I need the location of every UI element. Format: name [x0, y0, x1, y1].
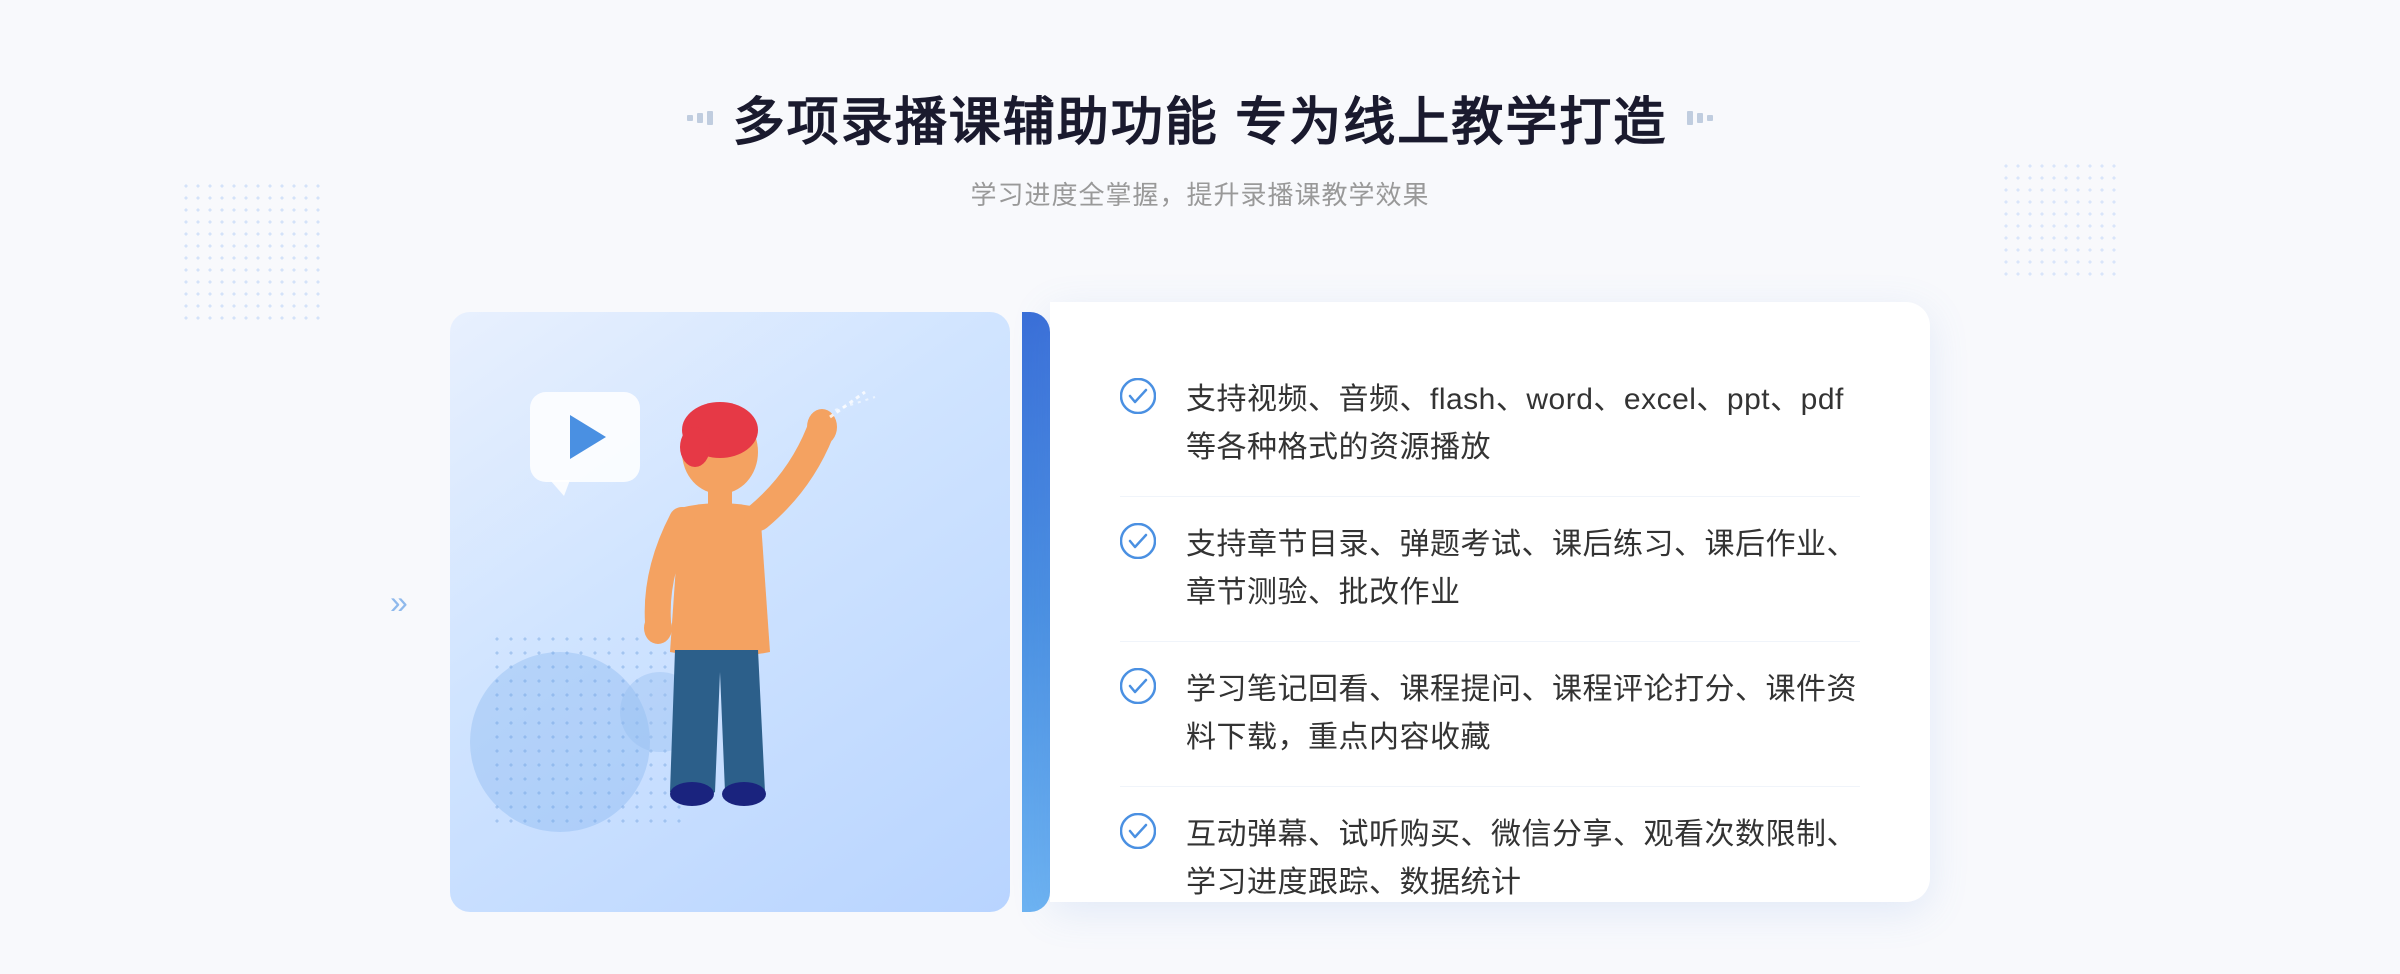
right-title-decorator: [1687, 111, 1713, 125]
feature-item-3: 学习笔记回看、课程提问、课程评论打分、课件资料下载，重点内容收藏: [1120, 642, 1860, 787]
illustration-card: [450, 312, 1010, 912]
feature-item-2: 支持章节目录、弹题考试、课后练习、课后作业、章节测验、批改作业: [1120, 497, 1860, 642]
bg-dots-left: [180, 180, 320, 320]
feature-text-3: 学习笔记回看、课程提问、课程评论打分、课件资料下载，重点内容收藏: [1186, 666, 1860, 762]
decorator-dot-3: [707, 111, 713, 125]
check-circle-icon-1: [1120, 378, 1156, 414]
person-illustration: [510, 372, 890, 912]
main-content: »: [400, 272, 2000, 932]
blue-stripe: [1022, 312, 1050, 912]
chevron-left-icon: »: [390, 586, 408, 618]
features-panel: 支持视频、音频、flash、word、excel、ppt、pdf等各种格式的资源…: [1050, 302, 1930, 902]
page-container: 多项录播课辅助功能 专为线上教学打造 学习进度全掌握，提升录播课教学效果 »: [0, 0, 2400, 974]
check-circle-icon-3: [1120, 668, 1156, 704]
decorator-dot-6: [1707, 115, 1713, 121]
header-section: 多项录播课辅助功能 专为线上教学打造 学习进度全掌握，提升录播课教学效果: [687, 0, 1713, 212]
header-title-row: 多项录播课辅助功能 专为线上教学打造: [687, 80, 1713, 155]
feature-item-4: 互动弹幕、试听购买、微信分享、观看次数限制、学习进度跟踪、数据统计: [1120, 787, 1860, 931]
left-title-decorator: [687, 111, 713, 125]
subtitle: 学习进度全掌握，提升录播课教学效果: [687, 175, 1713, 212]
decorator-dot-2: [697, 113, 703, 123]
left-arrows: »: [390, 586, 408, 618]
decorator-dot-5: [1697, 113, 1703, 123]
feature-text-4: 互动弹幕、试听购买、微信分享、观看次数限制、学习进度跟踪、数据统计: [1186, 811, 1860, 907]
illustration-area: »: [450, 272, 1070, 932]
check-circle-icon-2: [1120, 523, 1156, 559]
feature-text-1: 支持视频、音频、flash、word、excel、ppt、pdf等各种格式的资源…: [1186, 376, 1860, 472]
feature-text-2: 支持章节目录、弹题考试、课后练习、课后作业、章节测验、批改作业: [1186, 521, 1860, 617]
decorator-dot-4: [1687, 111, 1693, 125]
bg-dots-right: [2000, 160, 2120, 280]
decorator-dot-1: [687, 115, 693, 121]
main-title: 多项录播课辅助功能 专为线上教学打造: [733, 80, 1667, 155]
feature-item-1: 支持视频、音频、flash、word、excel、ppt、pdf等各种格式的资源…: [1120, 352, 1860, 497]
check-circle-icon-4: [1120, 813, 1156, 849]
